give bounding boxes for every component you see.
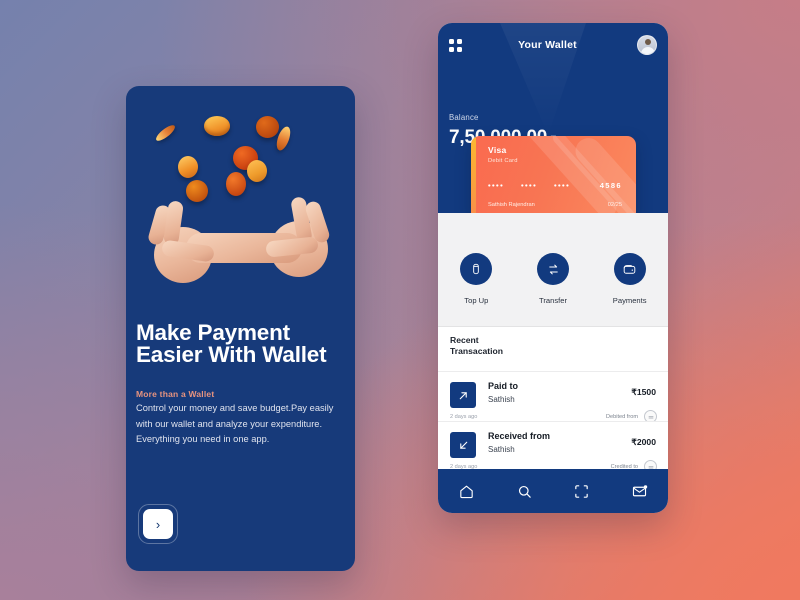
arrow-down-left-icon <box>450 432 476 458</box>
home-icon <box>460 485 473 498</box>
action-transfer[interactable]: Transfer <box>515 253 592 305</box>
nav-mail[interactable] <box>611 483 669 500</box>
transfer-arrows-icon <box>537 253 569 285</box>
card-number: •••• •••• •••• 4586 <box>488 181 622 190</box>
chevron-right-icon: › <box>143 509 173 539</box>
nav-home[interactable] <box>438 483 496 500</box>
card-holder-name: Sathish Rajendran <box>488 202 535 208</box>
balance-label: Balance <box>449 113 479 122</box>
arrow-up-right-icon <box>450 382 476 408</box>
top-bar: Your Wallet <box>438 32 668 58</box>
card-mask-group: •••• <box>488 181 505 190</box>
coin-icon <box>204 116 230 136</box>
action-label: Top Up <box>464 296 489 305</box>
coin-icon <box>178 156 198 178</box>
next-button[interactable]: › <box>138 504 178 544</box>
app-title: Your Wallet <box>518 39 577 51</box>
scan-icon <box>575 484 589 498</box>
coin-icon <box>247 160 267 182</box>
bottom-navigation <box>438 469 668 513</box>
action-label: Transfer <box>539 296 567 305</box>
transaction-name: Sathish <box>488 395 515 404</box>
card-type: Debit Card <box>488 158 518 164</box>
eyebrow-text: More than a Wallet <box>136 389 215 399</box>
hands-coins-illustration <box>126 94 355 284</box>
debit-card[interactable]: Visa Debit Card •••• •••• •••• 4586 Sath… <box>471 136 636 221</box>
card-edge-accent <box>471 136 476 221</box>
quick-actions: Top Up Transfer Payments <box>438 213 668 329</box>
battery-icon <box>460 253 493 285</box>
transaction-title: Received from <box>488 431 551 441</box>
card-brand: Visa <box>488 145 507 155</box>
avatar[interactable] <box>637 35 657 55</box>
action-payments[interactable]: Payments <box>591 253 668 305</box>
onboarding-card: More than a Wallet Make Payment Easier W… <box>126 86 355 571</box>
transaction-amount: ₹2000 <box>631 437 656 447</box>
recent-title-line2: Transacation <box>450 346 504 356</box>
action-top-up[interactable]: Top Up <box>438 253 515 305</box>
transaction-amount: ₹1500 <box>631 387 656 397</box>
card-mask-group: •••• <box>554 181 571 190</box>
hands-graphic <box>146 196 338 289</box>
transaction-title: Paid to <box>488 381 519 391</box>
search-icon <box>518 485 531 498</box>
description-text: Control your money and save budget.Pay e… <box>136 403 334 444</box>
mail-icon <box>632 484 647 496</box>
nav-search[interactable] <box>496 483 554 500</box>
page-title: Make Payment Easier With Wallet <box>136 320 327 367</box>
recent-transactions-header: Recent Transacation <box>438 326 668 371</box>
coin-icon <box>226 172 246 196</box>
card-expiry: 02/25 <box>607 202 622 208</box>
card-last4: 4586 <box>599 181 622 190</box>
action-label: Payments <box>612 296 647 305</box>
nav-scan[interactable] <box>553 483 611 500</box>
transaction-name: Sathish <box>488 445 515 454</box>
wallet-icon <box>613 253 646 285</box>
table-row[interactable]: Paid to Sathish ₹1500 2 days ago Debited… <box>438 371 668 425</box>
wallet-app-screen: Your Wallet Balance 7,50,000.00₹ Visa De… <box>438 23 668 513</box>
recent-title-line1: Recent <box>450 335 479 345</box>
card-mask-group: •••• <box>521 181 538 190</box>
coin-icon <box>256 116 279 138</box>
coin-icon <box>153 122 178 144</box>
transaction-time: 2 days ago <box>450 414 478 420</box>
table-row[interactable]: Received from Sathish ₹2000 2 days ago C… <box>438 421 668 475</box>
transaction-direction: Debited from <box>605 414 638 420</box>
